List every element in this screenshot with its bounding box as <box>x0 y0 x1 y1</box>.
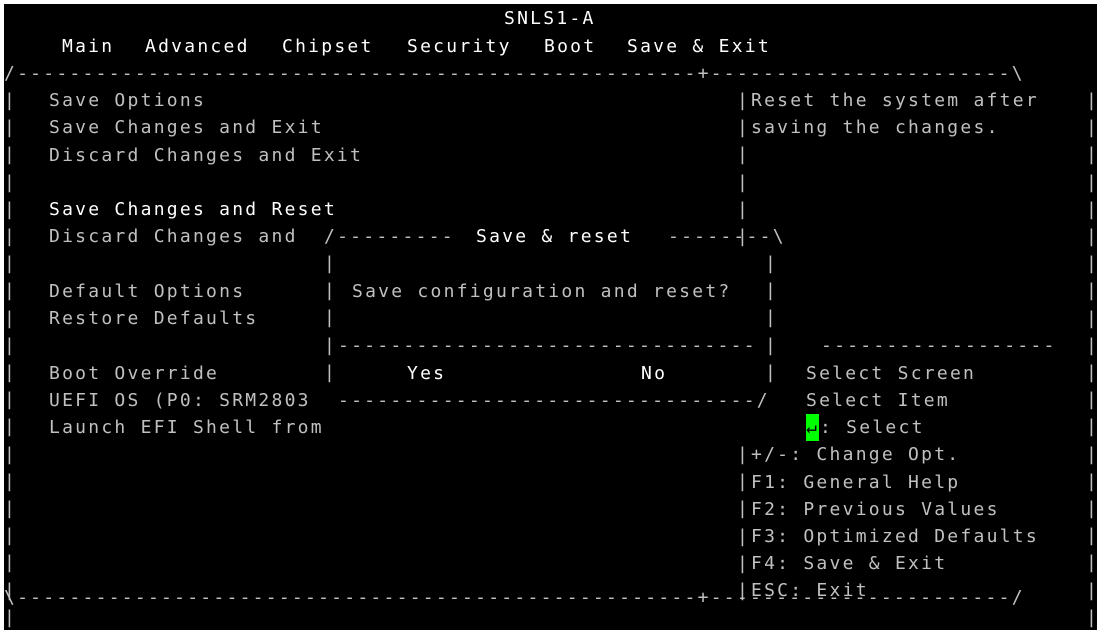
escape-exit-label: ESC: Exit <box>751 580 869 601</box>
menu-tab-boot[interactable]: Boot <box>544 33 596 60</box>
dialog-top-border-right: --------\ <box>668 226 786 247</box>
menu-tab-advanced[interactable]: Advanced <box>145 33 250 60</box>
help-text-line-1: Reset the system after <box>751 90 1039 111</box>
key-select-action: : Select <box>820 417 925 438</box>
default-options-header: Default Options <box>49 281 246 302</box>
window-title: SNLS1-A <box>504 8 596 29</box>
dialog-no-button[interactable]: No <box>641 360 667 387</box>
key-f3-defaults: F3: Optimized Defaults <box>751 526 1039 547</box>
frame-left-border: | | | | | | | | | | | | | | | | | | | | <box>4 90 18 628</box>
dialog-divider: -------------------------------- <box>338 335 757 356</box>
key-legend-divider-left: | | | | | | <box>737 444 751 602</box>
uefi-os-item[interactable]: UEFI OS (P0: SRM2803 <box>49 387 311 414</box>
enter-key-icon: ↵ <box>806 414 820 442</box>
restore-defaults-item[interactable]: Restore Defaults <box>49 305 258 332</box>
menu-tab-chipset[interactable]: Chipset <box>282 33 374 60</box>
save-options-header: Save Options <box>49 90 207 111</box>
discard-changes-reset-item[interactable]: Discard Changes and <box>49 223 298 250</box>
boot-override-header: Boot Override <box>49 363 220 384</box>
dialog-message: Save configuration and reset? <box>352 281 732 302</box>
dialog-left-border: | | | | | <box>324 253 338 383</box>
dialog-bottom-border: --------------------------------/ <box>338 390 770 411</box>
menu-tab-security[interactable]: Security <box>407 33 512 60</box>
key-select-item: Select Item <box>806 390 950 411</box>
dialog-right-border: | | | | | <box>765 253 779 383</box>
dialog-title: Save & reset <box>476 226 634 247</box>
frame-right-border: | | | | | | | | | | | | | | | | | | | | <box>1086 90 1097 628</box>
frame-bottom-border: \---------------------------------------… <box>4 587 1025 608</box>
frame-top-border: /---------------------------------------… <box>4 63 1025 84</box>
key-f1-help: F1: General Help <box>751 472 961 493</box>
key-change-opt: +/-: Change Opt. <box>751 444 961 465</box>
save-changes-reset-item[interactable]: Save Changes and Reset <box>49 196 337 223</box>
dialog-yes-button[interactable]: Yes <box>407 360 446 387</box>
terminal-console: SNLS1-A Main Advanced Chipset Security B… <box>4 4 1097 630</box>
key-legend-divider: ------------------ <box>821 335 1057 356</box>
key-select-screen: Select Screen <box>806 363 977 384</box>
bios-screen: SNLS1-A Main Advanced Chipset Security B… <box>0 0 1097 630</box>
key-f2-previous: F2: Previous Values <box>751 499 1000 520</box>
save-changes-exit-item[interactable]: Save Changes and Exit <box>49 114 324 141</box>
dialog-top-border-left: /--------- <box>324 226 455 247</box>
menu-tab-main[interactable]: Main <box>62 33 114 60</box>
key-f4-save-exit: F4: Save & Exit <box>751 553 948 574</box>
discard-changes-exit-item[interactable]: Discard Changes and Exit <box>49 142 363 169</box>
launch-efi-shell-item[interactable]: Launch EFI Shell from <box>49 414 324 441</box>
help-text-line-2: saving the changes. <box>751 117 1000 138</box>
menu-tab-save-exit[interactable]: Save & Exit <box>627 33 771 60</box>
